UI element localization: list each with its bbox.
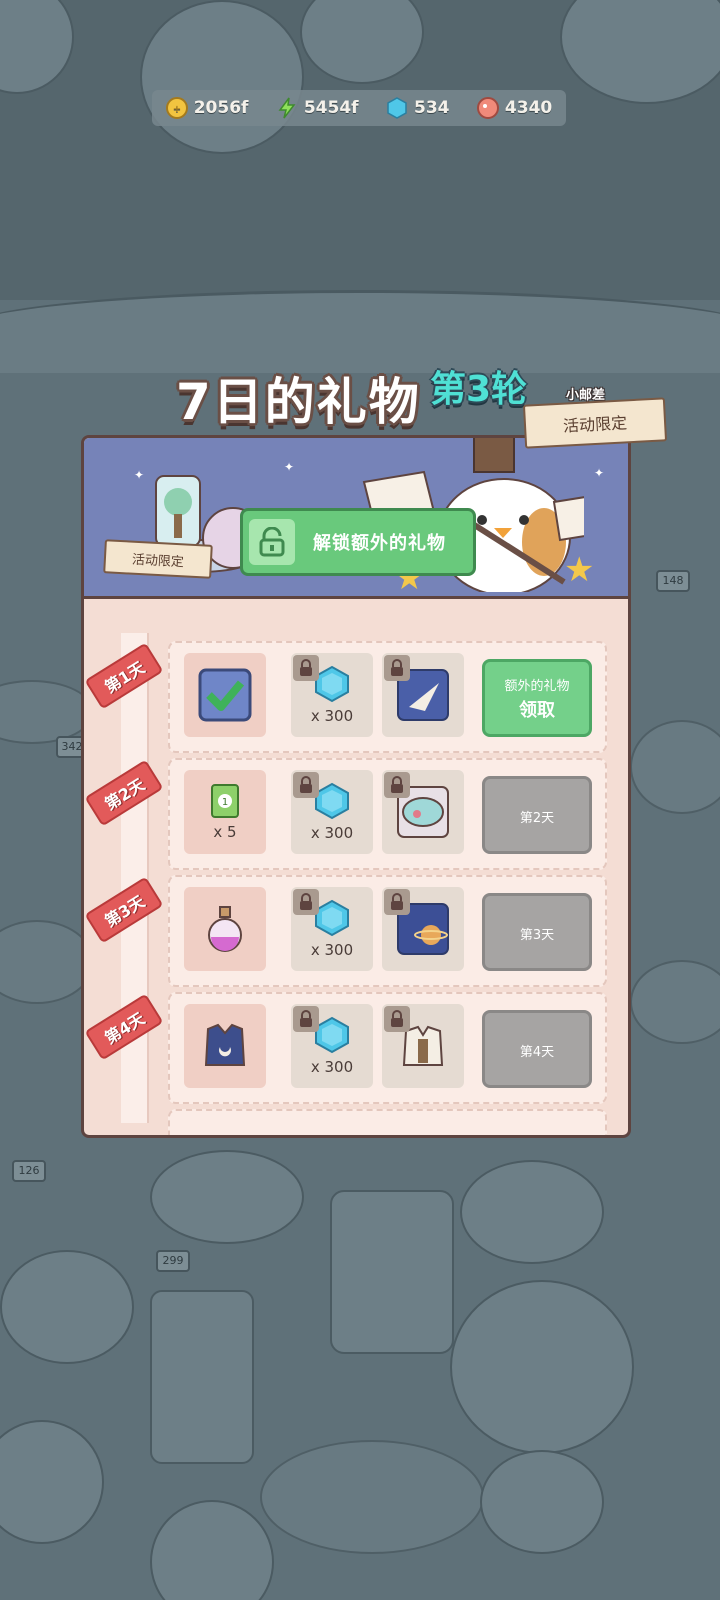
blue-gem-icon [315, 1016, 349, 1054]
claim-label: 第4天 [519, 1044, 555, 1060]
cat-bed [150, 1500, 274, 1600]
lock-icon [384, 1006, 410, 1032]
ground-pad [0, 920, 94, 1004]
gem-reward-slot[interactable]: x 300 [291, 653, 373, 737]
claim-label: 领取 [519, 699, 555, 721]
cauldron [450, 1280, 634, 1454]
booth [330, 1190, 454, 1354]
lock-icon [293, 772, 319, 798]
gift-panel: ✦ ✦ ✦ ✦ ✦ ✦ ★ ★ ★ 活动限定 [81, 435, 631, 1138]
hill [0, 290, 720, 373]
claim-label: 第3天 [519, 927, 555, 943]
claim-button[interactable]: 额外的礼物 领取 [482, 659, 592, 737]
tent [150, 1150, 304, 1244]
day-row-3: 第3天 x 300 第3天 [84, 875, 607, 987]
airport-sign [480, 1450, 604, 1554]
ticket-icon: 1 [211, 784, 239, 818]
ticket-quantity: x 5 [213, 823, 237, 841]
event-title: 7日的礼物 [176, 373, 421, 431]
unlock-extra-gifts-button[interactable]: 解锁额外的礼物 [240, 508, 476, 576]
day-row-2: 第2天 1 x 5 x 300 第2天 [84, 758, 607, 870]
sign-299: 299 [156, 1250, 190, 1272]
resource-gem[interactable]: 534 [386, 97, 450, 119]
resource-coin[interactable]: + 2056f [165, 97, 249, 119]
gem-quantity: x 300 [310, 824, 354, 842]
blue-gem-icon [315, 782, 349, 820]
resource-bar: + 2056f 5454f 534 4340 [152, 90, 566, 126]
cat-bed [0, 1250, 134, 1364]
sign-126: 126 [12, 1160, 46, 1182]
item-reward-slot[interactable] [382, 1004, 464, 1088]
lock-icon [384, 889, 410, 915]
vending-machine [150, 1290, 254, 1464]
day-row-1: 第1天 x 300 额外的礼物 领取 [84, 641, 607, 753]
jars [460, 1160, 604, 1264]
gem-quantity: x 300 [310, 941, 354, 959]
limited-tag: 活动限定 [103, 539, 213, 579]
lock-icon [293, 1006, 319, 1032]
gem-reward-slot[interactable]: x 300 [291, 1004, 373, 1088]
ground-pad [0, 680, 94, 744]
blue-gem-icon [386, 97, 408, 119]
day-locked-button[interactable]: 第2天 [482, 776, 592, 854]
unlock-icon [249, 519, 295, 565]
gem-quantity: x 300 [310, 1058, 354, 1076]
free-reward-slot[interactable] [184, 1004, 266, 1088]
blue-gem-icon [315, 899, 349, 937]
potion-icon [208, 906, 242, 952]
gem-amount: 534 [413, 98, 450, 118]
lightning-icon [276, 97, 298, 119]
limited-tag-top: 活动限定 [522, 397, 668, 449]
blue-gem-icon [315, 665, 349, 703]
checkmark-icon [198, 668, 252, 722]
fish-amount: 4340 [504, 98, 553, 118]
gem-reward-slot[interactable]: x 300 [291, 770, 373, 854]
tree-crown [140, 0, 304, 154]
cat-bed [0, 1420, 104, 1544]
lock-icon [384, 655, 410, 681]
star-icon: ✦ [284, 460, 295, 474]
ground-pad [630, 960, 720, 1044]
gem-quantity: x 300 [310, 707, 354, 725]
ground-pad [630, 720, 720, 814]
item-reward-slot[interactable] [382, 770, 464, 854]
vest-icon [204, 1023, 246, 1066]
lock-icon [293, 889, 319, 915]
lightning-amount: 5454f [303, 98, 359, 118]
unlock-label: 解锁额外的礼物 [313, 533, 446, 554]
resource-fish[interactable]: 4340 [476, 97, 553, 119]
claim-sub-label: 额外的礼物 [504, 678, 570, 694]
lock-icon [384, 772, 410, 798]
round-label: 第3轮 [430, 369, 528, 410]
coin-amount: 2056f [193, 98, 249, 118]
resource-lightning[interactable]: 5454f [276, 97, 359, 119]
fish-icon [476, 97, 499, 119]
lock-icon [293, 655, 319, 681]
svg-text:1: 1 [222, 797, 228, 808]
item-reward-slot[interactable] [382, 887, 464, 971]
pond [260, 1440, 484, 1554]
item-reward-slot[interactable] [382, 653, 464, 737]
gem-reward-slot[interactable]: x 300 [291, 887, 373, 971]
free-reward-slot[interactable] [184, 887, 266, 971]
sign-148: 148 [656, 570, 690, 592]
day-row-4: 第4天 x 300 第4天 [84, 992, 607, 1104]
svg-text:+: + [173, 104, 181, 115]
star-icon: ✦ [594, 466, 605, 480]
coin-icon: + [165, 97, 188, 119]
day-row-5-partial [168, 1109, 607, 1135]
event-banner: ✦ ✦ ✦ ✦ ✦ ✦ ★ ★ ★ 活动限定 [84, 438, 628, 599]
day-locked-button[interactable]: 第3天 [482, 893, 592, 971]
free-reward-slot[interactable] [184, 653, 266, 737]
claim-label: 第2天 [519, 810, 555, 826]
free-reward-slot[interactable]: 1 x 5 [184, 770, 266, 854]
day-locked-button[interactable]: 第4天 [482, 1010, 592, 1088]
